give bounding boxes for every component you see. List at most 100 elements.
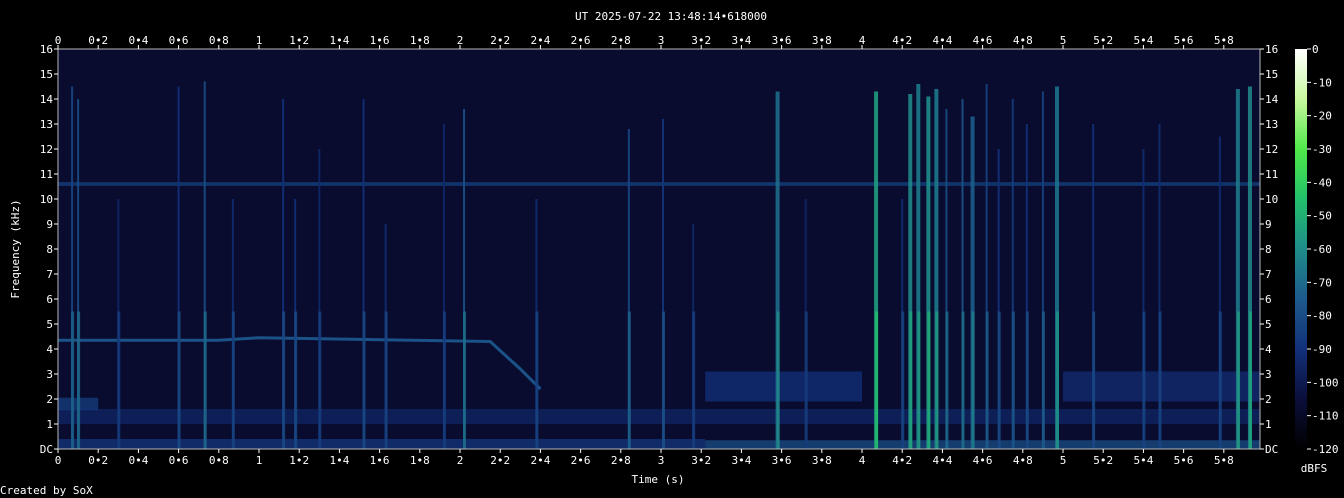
click-core <box>1142 311 1146 449</box>
click-core <box>935 311 939 449</box>
x-tick-label-top: 1•6 <box>370 34 390 47</box>
click-core <box>1055 311 1059 449</box>
x-tick-label-top: 1•4 <box>329 34 349 47</box>
y-axis-label: Frequency (kHz) <box>9 199 22 298</box>
x-tick-label-top: 4•4 <box>932 34 952 47</box>
x-tick-label-bottom: 2•8 <box>611 454 631 467</box>
x-tick-label-top: 2•6 <box>571 34 591 47</box>
x-tick-label-top: 5•6 <box>1174 34 1194 47</box>
x-tick-label-bottom: 5•2 <box>1093 454 1113 467</box>
x-tick-label-bottom: 1•8 <box>410 454 430 467</box>
x-tick-label-bottom: 3•6 <box>772 454 792 467</box>
y-axis-right: DC12345678910111213141516 <box>1260 43 1279 456</box>
x-tick-label-bottom: 4 <box>859 454 866 467</box>
x-tick-label-top: 2•4 <box>530 34 550 47</box>
x-tick-label-top: 4•2 <box>892 34 912 47</box>
colorbar-tick-label: -110 <box>1312 410 1339 423</box>
x-tick-label-bottom: 4•8 <box>1013 454 1033 467</box>
click-core <box>961 311 965 449</box>
x-tick-label-bottom: 0•2 <box>88 454 108 467</box>
sox-credit: Created by SoX <box>0 484 93 497</box>
y-tick-label-right: 9 <box>1265 218 1272 231</box>
x-tick-label-top: 1•8 <box>410 34 430 47</box>
click-core <box>177 311 181 449</box>
x-tick-label-top: 2•2 <box>490 34 510 47</box>
click-core <box>1011 311 1015 449</box>
heatmap-cells <box>58 49 1260 449</box>
click-core <box>1092 311 1096 449</box>
x-tick-label-top: 3•8 <box>812 34 832 47</box>
x-tick-label-top: 5•8 <box>1214 34 1234 47</box>
click-core <box>997 311 1001 449</box>
colorbar-tick-label: -80 <box>1312 310 1332 323</box>
click-core <box>901 311 905 449</box>
click-core <box>231 311 235 449</box>
colorbar-tick-label: -40 <box>1312 176 1332 189</box>
click-core <box>909 311 913 449</box>
click-core <box>1025 311 1029 449</box>
click-core <box>463 311 467 449</box>
x-tick-label-top: 0•2 <box>88 34 108 47</box>
colorbar-gradient <box>1295 49 1307 449</box>
x-axis-top: 0 0•2 0•4 0•6 0•8 1 1•2 1•4 1•6 1•8 2 2•2 2•4 2•6 2•8 3… <box>55 34 1234 49</box>
y-tick-label-right: 5 <box>1265 318 1272 331</box>
x-tick-label-bottom: 1•6 <box>370 454 390 467</box>
click-core <box>535 311 539 449</box>
spectral-band <box>705 371 863 402</box>
y-tick-label-right: 15 <box>1265 68 1278 81</box>
x-tick-label-bottom: 1 <box>256 454 263 467</box>
x-tick-label-top: 3•6 <box>772 34 792 47</box>
colorbar-tick-label: -10 <box>1312 76 1332 89</box>
x-tick-label-top: 3•4 <box>731 34 751 47</box>
y-tick-label-right: 10 <box>1265 193 1278 206</box>
colorbar-tick-label: -20 <box>1312 110 1332 123</box>
x-tick-label-top: 5 <box>1060 34 1067 47</box>
click-core <box>627 311 631 449</box>
click-core <box>1236 311 1240 449</box>
spectral-band <box>58 182 1260 186</box>
x-tick-label-bottom: 4•6 <box>973 454 993 467</box>
y-axis-left: DC12345678910111213141516 <box>40 43 58 456</box>
x-tick-label-top: 1•2 <box>289 34 309 47</box>
x-tick-label-bottom: 0 <box>55 454 62 467</box>
x-tick-label-top: 5•4 <box>1133 34 1153 47</box>
y-tick-label-left: 3 <box>46 368 53 381</box>
colorbar-tick-label: -90 <box>1312 343 1332 356</box>
click-core <box>776 311 780 449</box>
x-tick-label-bottom: 1•4 <box>329 454 349 467</box>
click-core <box>203 311 207 449</box>
click-core <box>1248 311 1252 449</box>
x-tick-label-top: 4•8 <box>1013 34 1033 47</box>
x-tick-label-bottom: 4•2 <box>892 454 912 467</box>
colorbar-tick-label: -60 <box>1312 243 1332 256</box>
y-tick-label-right: 13 <box>1265 118 1278 131</box>
y-tick-label-right: 8 <box>1265 243 1272 256</box>
y-tick-label-left: DC <box>40 443 53 456</box>
x-tick-label-top: 0•4 <box>128 34 148 47</box>
chart-title: UT 2025-07-22 13:48:14•618000 <box>575 10 767 23</box>
y-tick-label-left: 13 <box>40 118 53 131</box>
x-tick-label-top: 5•2 <box>1093 34 1113 47</box>
x-tick-label-bottom: 5•4 <box>1133 454 1153 467</box>
x-tick-label-top: 0•8 <box>209 34 229 47</box>
x-tick-label-bottom: 0•8 <box>209 454 229 467</box>
colorbar-label: dBFS <box>1301 462 1328 475</box>
x-tick-label-bottom: 2•4 <box>530 454 550 467</box>
click-core <box>282 311 286 449</box>
click-core <box>1041 311 1045 449</box>
click-core <box>875 311 879 449</box>
y-tick-label-left: 5 <box>46 318 53 331</box>
y-tick-label-left: 12 <box>40 143 53 156</box>
x-axis-bottom: 0 0•2 0•4 0•6 0•8 1 1•2 1•4 1•6 1•8 2 2•2 2•4 2•6 2•8 3… <box>55 449 1234 467</box>
click-core <box>318 311 322 449</box>
x-tick-label-bottom: 0•4 <box>128 454 148 467</box>
y-tick-label-right: 7 <box>1265 268 1272 281</box>
colorbar-tick-label: -120 <box>1312 443 1339 456</box>
spectrogram-figure: UT 2025-07-22 13:48:14•618000 0 0•2 0•4 0•6… <box>0 10 1339 497</box>
y-tick-label-right: 4 <box>1265 343 1272 356</box>
click-core <box>362 311 366 449</box>
y-tick-label-left: 11 <box>40 168 53 181</box>
y-tick-label-right: 1 <box>1265 418 1272 431</box>
colorbar: 0 -10 -20 -30 -40 -50 -60 -70 -80 -90 -100 -110 -120… <box>1295 43 1339 475</box>
y-tick-label-left: 6 <box>46 293 53 306</box>
